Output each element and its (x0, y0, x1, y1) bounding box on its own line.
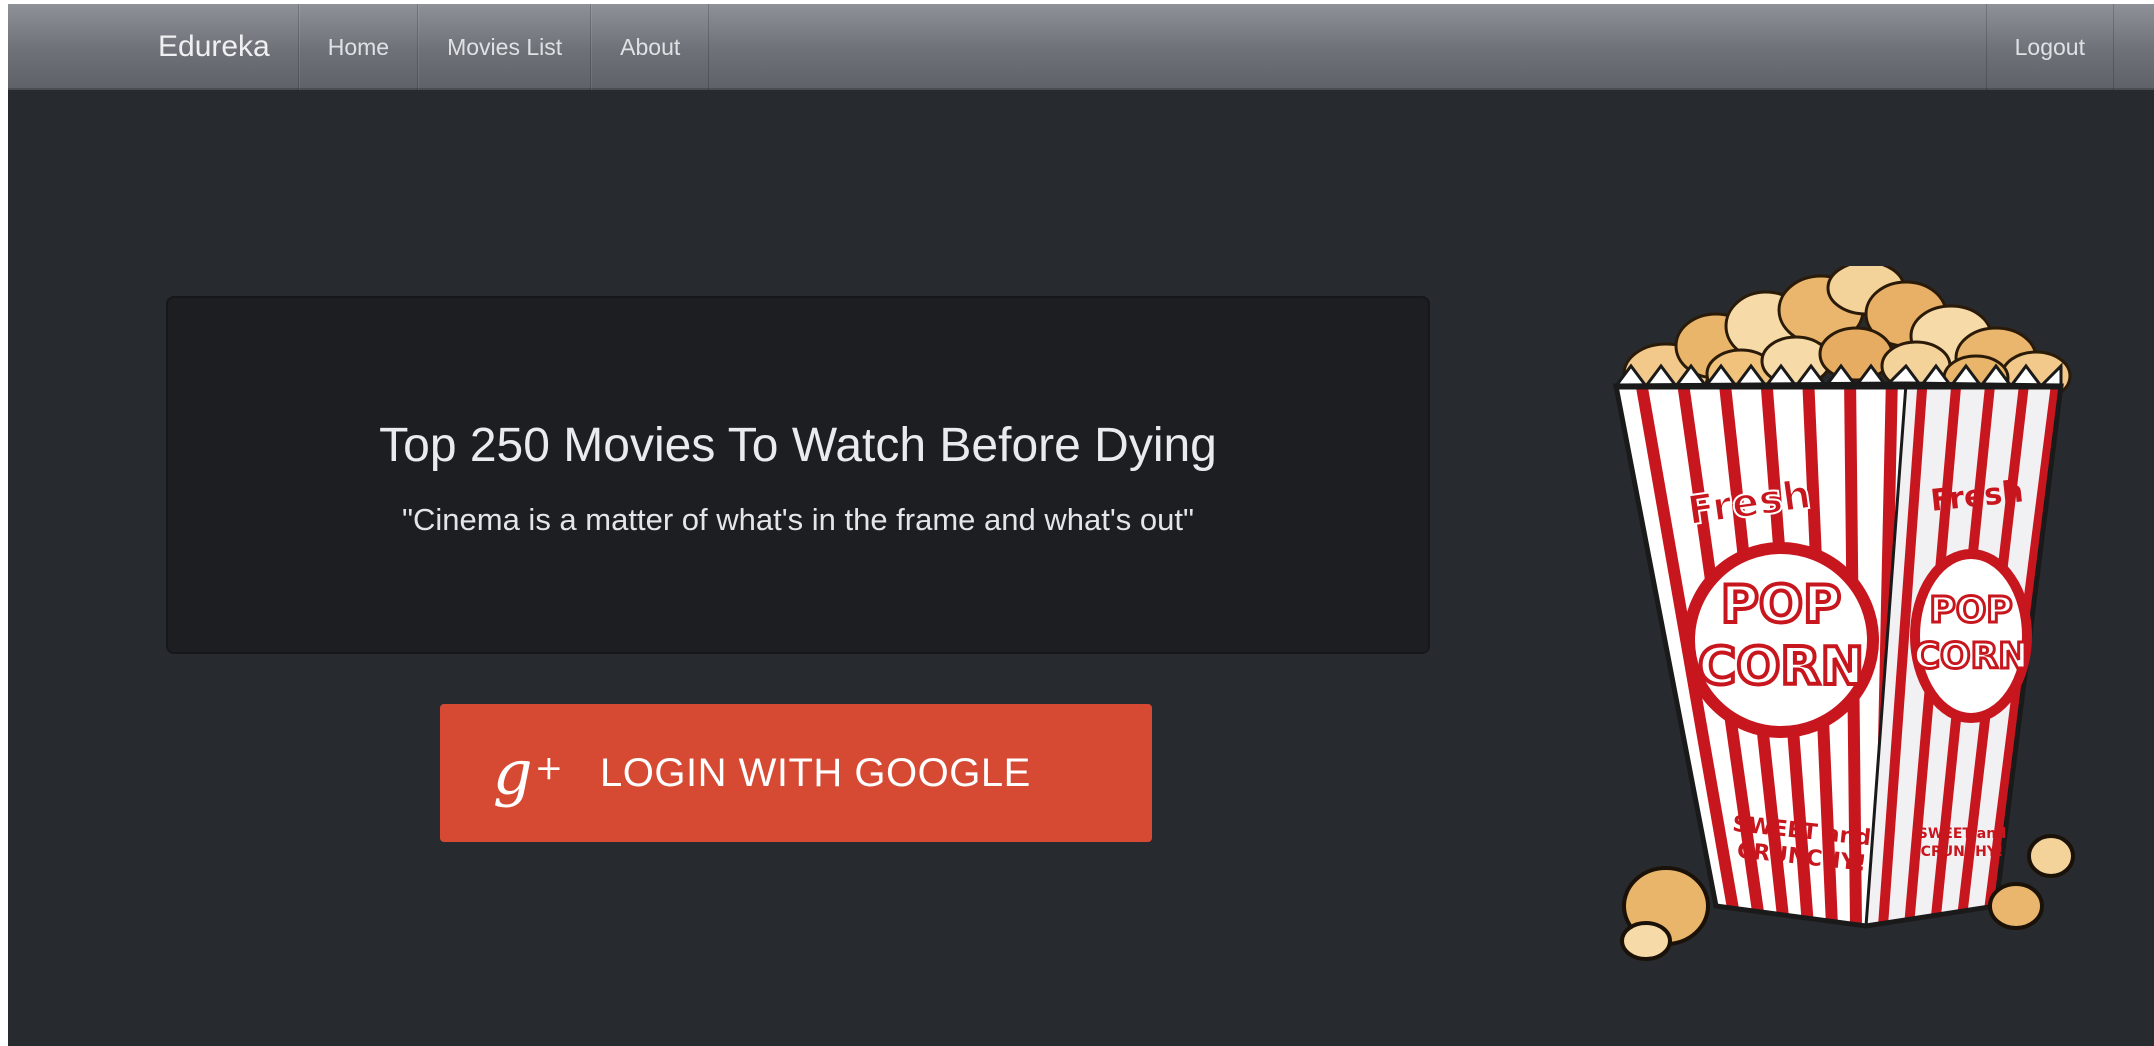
corn-text-left: CORN (1698, 637, 1864, 697)
jumbotron: Top 250 Movies To Watch Before Dying "Ci… (166, 296, 1430, 654)
google-plus-icon: g + (492, 736, 564, 809)
navbar: Edureka Home Movies List About Logout (8, 4, 2154, 90)
popcorn-bucket-image: Fresh POP CORN SWEET and CRUNCHY! Fresh … (1612, 266, 2075, 961)
brand-link[interactable]: Edureka (130, 4, 299, 90)
crunchy-text-right: CRUNCHY! (1921, 844, 2004, 860)
pop-text-right: POP (1929, 590, 2012, 631)
nav-right: Logout (1985, 4, 2114, 90)
pop-text-left: POP (1721, 575, 1841, 635)
login-with-google-button[interactable]: g + LOGIN WITH GOOGLE (440, 704, 1152, 842)
corn-text-right: CORN (1914, 636, 2029, 677)
page: Edureka Home Movies List About Logout To… (8, 4, 2154, 1046)
page-title: Top 250 Movies To Watch Before Dying (379, 419, 1217, 472)
nav-movies-list[interactable]: Movies List (418, 4, 592, 90)
nav-about[interactable]: About (591, 4, 710, 90)
sweet-text-right: SWEET and (1918, 826, 2007, 842)
logout-link[interactable]: Logout (1985, 4, 2114, 90)
nav-left: Edureka Home Movies List About (130, 4, 710, 90)
nav-home[interactable]: Home (298, 4, 419, 90)
login-button-label: LOGIN WITH GOOGLE (600, 750, 1031, 795)
quote-text: "Cinema is a matter of what's in the fra… (402, 502, 1194, 537)
